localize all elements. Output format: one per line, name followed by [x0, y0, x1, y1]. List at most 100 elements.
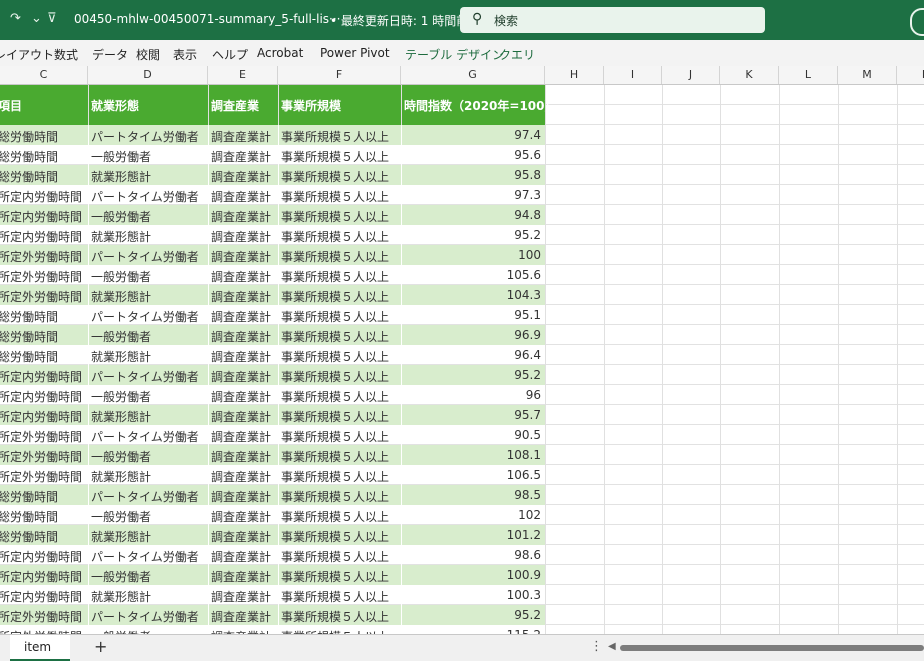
- table-cell[interactable]: 調査産業計: [211, 188, 276, 204]
- column-header-g[interactable]: G: [401, 66, 545, 84]
- table-header-cell[interactable]: 就業形態: [91, 97, 139, 114]
- ribbon-tab[interactable]: 数式: [54, 46, 78, 63]
- table-cell[interactable]: 108.1: [404, 448, 541, 464]
- ribbon-tab[interactable]: データ: [92, 46, 128, 63]
- table-row[interactable]: 総労働時間 就業形態計 調査産業計 事業所規模５人以上 101.2: [0, 525, 545, 545]
- table-cell[interactable]: 96: [404, 388, 541, 404]
- table-cell[interactable]: 事業所規模５人以上: [281, 268, 399, 284]
- table-cell[interactable]: 就業形態計: [91, 588, 206, 604]
- table-cell[interactable]: パートタイム労働者: [91, 308, 206, 324]
- table-cell[interactable]: 調査産業計: [211, 228, 276, 244]
- table-row[interactable]: 所定外労働時間 パートタイム労働者 調査産業計 事業所規模５人以上 100: [0, 245, 545, 265]
- table-cell[interactable]: 100.3: [404, 588, 541, 604]
- table-cell[interactable]: 調査産業計: [211, 348, 276, 364]
- table-header-cell[interactable]: 項目: [0, 97, 22, 114]
- table-cell[interactable]: 95.2: [404, 228, 541, 244]
- table-row[interactable]: 所定外労働時間 パートタイム労働者 調査産業計 事業所規模５人以上 90.5: [0, 425, 545, 445]
- table-row[interactable]: 所定内労働時間 一般労働者 調査産業計 事業所規模５人以上 100.9: [0, 565, 545, 585]
- table-cell[interactable]: 事業所規模５人以上: [281, 208, 399, 224]
- table-cell[interactable]: 事業所規模５人以上: [281, 468, 399, 484]
- table-cell[interactable]: 96.4: [404, 348, 541, 364]
- table-cell[interactable]: 就業形態計: [91, 288, 206, 304]
- table-cell[interactable]: 100: [404, 248, 541, 264]
- table-cell[interactable]: 総労働時間: [0, 348, 86, 364]
- table-cell[interactable]: パートタイム労働者: [91, 188, 206, 204]
- table-header-cell[interactable]: 調査産業: [211, 97, 259, 114]
- table-cell[interactable]: パートタイム労働者: [91, 248, 206, 264]
- table-cell[interactable]: 就業形態計: [91, 408, 206, 424]
- table-cell[interactable]: 所定外労働時間: [0, 608, 86, 624]
- table-row[interactable]: 総労働時間 就業形態計 調査産業計 事業所規模５人以上 95.8: [0, 165, 545, 185]
- table-cell[interactable]: パートタイム労働者: [91, 428, 206, 444]
- table-cell[interactable]: 調査産業計: [211, 588, 276, 604]
- table-cell[interactable]: 所定外労働時間: [0, 468, 86, 484]
- table-cell[interactable]: 所定内労働時間: [0, 388, 86, 404]
- table-cell[interactable]: 所定外労働時間: [0, 288, 86, 304]
- table-cell[interactable]: 調査産業計: [211, 568, 276, 584]
- table-row[interactable]: 所定外労働時間 一般労働者 調査産業計 事業所規模５人以上 105.6: [0, 265, 545, 285]
- table-cell[interactable]: 調査産業計: [211, 548, 276, 564]
- column-header-m[interactable]: M: [838, 66, 897, 84]
- table-row[interactable]: 所定内労働時間 パートタイム労働者 調査産業計 事業所規模５人以上 98.6: [0, 545, 545, 565]
- table-cell[interactable]: 95.1: [404, 308, 541, 324]
- ribbon-tab[interactable]: Power Pivot: [320, 46, 390, 60]
- table-cell[interactable]: 一般労働者: [91, 508, 206, 524]
- table-row[interactable]: 所定内労働時間 パートタイム労働者 調査産業計 事業所規模５人以上 97.3: [0, 185, 545, 205]
- table-cell[interactable]: 調査産業計: [211, 608, 276, 624]
- table-cell[interactable]: 事業所規模５人以上: [281, 308, 399, 324]
- scroll-left-icon[interactable]: ◀: [608, 641, 616, 652]
- table-cell[interactable]: 所定内労働時間: [0, 588, 86, 604]
- table-cell[interactable]: 所定外労働時間: [0, 428, 86, 444]
- table-cell[interactable]: 一般労働者: [91, 448, 206, 464]
- table-cell[interactable]: 97.3: [404, 188, 541, 204]
- table-cell[interactable]: 就業形態計: [91, 528, 206, 544]
- ribbon-tab[interactable]: 校閲: [136, 46, 160, 63]
- table-cell[interactable]: 総労働時間: [0, 528, 86, 544]
- table-cell[interactable]: 事業所規模５人以上: [281, 128, 399, 144]
- table-row[interactable]: 所定内労働時間 就業形態計 調査産業計 事業所規模５人以上 100.3: [0, 585, 545, 605]
- redo-dropdown-icon[interactable]: ⌄: [31, 11, 42, 26]
- table-cell[interactable]: 102: [404, 508, 541, 524]
- table-cell[interactable]: 一般労働者: [91, 568, 206, 584]
- table-cell[interactable]: 一般労働者: [91, 148, 206, 164]
- table-cell[interactable]: 調査産業計: [211, 428, 276, 444]
- table-cell[interactable]: 調査産業計: [211, 388, 276, 404]
- table-cell[interactable]: 総労働時間: [0, 488, 86, 504]
- table-cell[interactable]: 事業所規模５人以上: [281, 168, 399, 184]
- table-row[interactable]: 所定外労働時間一般労働者調査産業計事業所規模５人以上115.2: [0, 625, 545, 634]
- column-header-i[interactable]: I: [604, 66, 662, 84]
- table-row[interactable]: 総労働時間 就業形態計 調査産業計 事業所規模５人以上 96.4: [0, 345, 545, 365]
- table-cell[interactable]: 事業所規模５人以上: [281, 388, 399, 404]
- column-header-f[interactable]: F: [278, 66, 401, 84]
- column-header-d[interactable]: D: [88, 66, 208, 84]
- table-cell[interactable]: 事業所規模５人以上: [281, 568, 399, 584]
- table-cell[interactable]: 就業形態計: [91, 348, 206, 364]
- table-cell[interactable]: 90.5: [404, 428, 541, 444]
- table-cell[interactable]: 調査産業計: [211, 328, 276, 344]
- table-row[interactable]: 所定外労働時間 就業形態計 調査産業計 事業所規模５人以上 106.5: [0, 465, 545, 485]
- table-cell[interactable]: 所定内労働時間: [0, 408, 86, 424]
- table-cell[interactable]: 総労働時間: [0, 508, 86, 524]
- table-cell[interactable]: 総労働時間: [0, 328, 86, 344]
- table-cell[interactable]: 調査産業計: [211, 288, 276, 304]
- column-header-e[interactable]: E: [208, 66, 278, 84]
- table-cell[interactable]: 事業所規模５人以上: [281, 448, 399, 464]
- table-cell[interactable]: 所定内労働時間: [0, 228, 86, 244]
- table-cell[interactable]: 就業形態計: [91, 168, 206, 184]
- table-cell[interactable]: 事業所規模５人以上: [281, 548, 399, 564]
- table-cell[interactable]: 総労働時間: [0, 148, 86, 164]
- table-cell[interactable]: 106.5: [404, 468, 541, 484]
- table-cell[interactable]: 事業所規模５人以上: [281, 188, 399, 204]
- table-cell[interactable]: 95.2: [404, 368, 541, 384]
- add-sheet-button[interactable]: +: [94, 637, 107, 656]
- table-cell[interactable]: 94.8: [404, 208, 541, 224]
- table-cell[interactable]: 95.6: [404, 148, 541, 164]
- table-cell[interactable]: 97.4: [404, 128, 541, 144]
- table-cell[interactable]: パートタイム労働者: [91, 128, 206, 144]
- table-cell[interactable]: 一般労働者: [91, 268, 206, 284]
- table-cell[interactable]: 事業所規模５人以上: [281, 228, 399, 244]
- table-cell[interactable]: 95.2: [404, 608, 541, 624]
- column-header-l[interactable]: L: [779, 66, 838, 84]
- table-cell[interactable]: 所定外労働時間: [0, 248, 86, 264]
- table-cell[interactable]: 96.9: [404, 328, 541, 344]
